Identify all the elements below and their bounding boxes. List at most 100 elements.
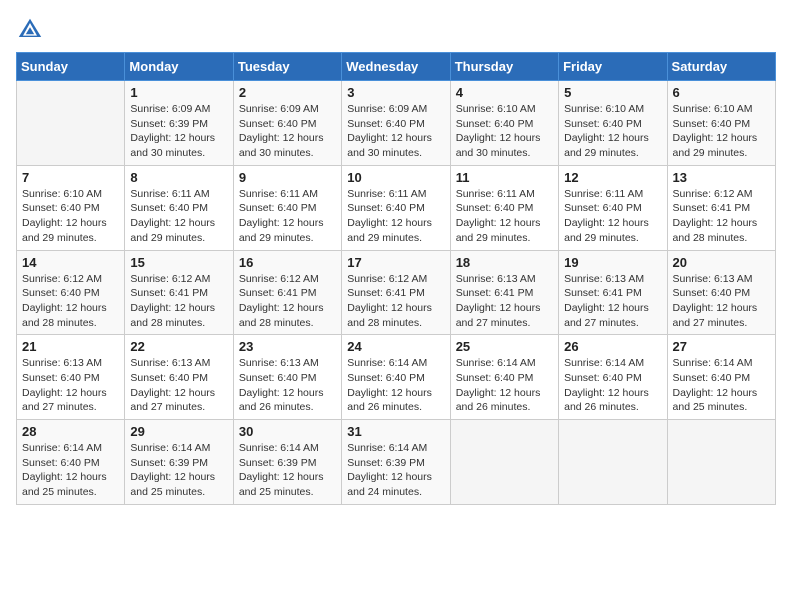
calendar-cell: 17 Sunrise: 6:12 AM Sunset: 6:41 PM Dayli… — [342, 250, 450, 335]
day-info: Sunrise: 6:11 AM Sunset: 6:40 PM Dayligh… — [564, 187, 661, 246]
day-info: Sunrise: 6:14 AM Sunset: 6:40 PM Dayligh… — [22, 441, 119, 500]
calendar-cell: 9 Sunrise: 6:11 AM Sunset: 6:40 PM Daylig… — [233, 165, 341, 250]
day-number: 27 — [673, 339, 770, 354]
day-number: 30 — [239, 424, 336, 439]
calendar-cell: 23 Sunrise: 6:13 AM Sunset: 6:40 PM Dayli… — [233, 335, 341, 420]
day-number: 31 — [347, 424, 444, 439]
calendar-cell: 2Sunrise: 6:09 AM Sunset: 6:40 PM Daylig… — [233, 81, 341, 166]
day-number: 23 — [239, 339, 336, 354]
day-info: Sunrise: 6:11 AM Sunset: 6:40 PM Dayligh… — [239, 187, 336, 246]
day-info: Sunrise: 6:10 AM Sunset: 6:40 PM Dayligh… — [456, 102, 553, 161]
calendar-week-row: 1 Sunrise: 6:09 AM Sunset: 6:39 PM Daylig… — [17, 81, 776, 166]
calendar-cell: 20 Sunrise: 6:13 AM Sunset: 6:40 PM Dayli… — [667, 250, 775, 335]
day-info: Sunrise: 6:13 AM Sunset: 6:40 PM Dayligh… — [673, 272, 770, 331]
calendar-cell: 12 Sunrise: 6:11 AM Sunset: 6:40 PM Dayli… — [559, 165, 667, 250]
day-number: 17 — [347, 255, 444, 270]
day-info: Sunrise: 6:14 AM Sunset: 6:40 PM Dayligh… — [347, 356, 444, 415]
col-thursday: Thursday — [450, 53, 558, 81]
calendar-cell: 14 Sunrise: 6:12 AM Sunset: 6:40 PM Dayli… — [17, 250, 125, 335]
day-number: 25 — [456, 339, 553, 354]
day-info: Sunrise: 6:13 AM Sunset: 6:40 PM Dayligh… — [239, 356, 336, 415]
day-number: 11 — [456, 170, 553, 185]
day-number: 5 — [564, 85, 661, 100]
day-info: Sunrise: 6:12 AM Sunset: 6:40 PM Dayligh… — [22, 272, 119, 331]
calendar-cell: 26 Sunrise: 6:14 AM Sunset: 6:40 PM Dayli… — [559, 335, 667, 420]
calendar-cell: 6 Sunrise: 6:10 AM Sunset: 6:40 PM Daylig… — [667, 81, 775, 166]
day-number: 9 — [239, 170, 336, 185]
calendar-cell: 31 Sunrise: 6:14 AM Sunset: 6:39 PM Dayli… — [342, 420, 450, 505]
calendar-cell: 15 Sunrise: 6:12 AM Sunset: 6:41 PM Dayli… — [125, 250, 233, 335]
day-info: Sunrise: 6:14 AM Sunset: 6:40 PM Dayligh… — [564, 356, 661, 415]
day-number: 15 — [130, 255, 227, 270]
calendar-cell: 24 Sunrise: 6:14 AM Sunset: 6:40 PM Dayli… — [342, 335, 450, 420]
day-info: Sunrise: 6:14 AM Sunset: 6:39 PM Dayligh… — [347, 441, 444, 500]
day-number: 8 — [130, 170, 227, 185]
calendar-week-row: 28 Sunrise: 6:14 AM Sunset: 6:40 PM Dayli… — [17, 420, 776, 505]
calendar-header-row: Sunday Monday Tuesday Wednesday Thursday… — [17, 53, 776, 81]
col-tuesday: Tuesday — [233, 53, 341, 81]
col-wednesday: Wednesday — [342, 53, 450, 81]
calendar-cell — [450, 420, 558, 505]
day-number: 20 — [673, 255, 770, 270]
calendar-cell — [17, 81, 125, 166]
calendar-cell: 27Sunrise: 6:14 AM Sunset: 6:40 PM Dayli… — [667, 335, 775, 420]
day-number: 12 — [564, 170, 661, 185]
day-info: Sunrise: 6:12 AM Sunset: 6:41 PM Dayligh… — [239, 272, 336, 331]
calendar-cell: 10Sunrise: 6:11 AM Sunset: 6:40 PM Dayli… — [342, 165, 450, 250]
day-info: Sunrise: 6:12 AM Sunset: 6:41 PM Dayligh… — [673, 187, 770, 246]
logo-icon — [16, 16, 44, 44]
calendar-cell: 4 Sunrise: 6:10 AM Sunset: 6:40 PM Daylig… — [450, 81, 558, 166]
day-number: 21 — [22, 339, 119, 354]
calendar-cell: 16 Sunrise: 6:12 AM Sunset: 6:41 PM Dayli… — [233, 250, 341, 335]
calendar-cell — [559, 420, 667, 505]
day-number: 29 — [130, 424, 227, 439]
day-info: Sunrise: 6:09 AM Sunset: 6:39 PM Dayligh… — [130, 102, 227, 161]
calendar-cell: 13 Sunrise: 6:12 AM Sunset: 6:41 PM Dayli… — [667, 165, 775, 250]
day-info: Sunrise: 6:10 AM Sunset: 6:40 PM Dayligh… — [564, 102, 661, 161]
day-number: 4 — [456, 85, 553, 100]
calendar-week-row: 21 Sunrise: 6:13 AM Sunset: 6:40 PM Dayli… — [17, 335, 776, 420]
day-number: 7 — [22, 170, 119, 185]
calendar-cell — [667, 420, 775, 505]
day-number: 24 — [347, 339, 444, 354]
day-info: Sunrise: 6:13 AM Sunset: 6:40 PM Dayligh… — [22, 356, 119, 415]
day-info: Sunrise: 6:11 AM Sunset: 6:40 PM Dayligh… — [347, 187, 444, 246]
calendar-week-row: 7 Sunrise: 6:10 AM Sunset: 6:40 PM Daylig… — [17, 165, 776, 250]
day-number: 1 — [130, 85, 227, 100]
day-number: 19 — [564, 255, 661, 270]
calendar-cell: 8 Sunrise: 6:11 AM Sunset: 6:40 PM Daylig… — [125, 165, 233, 250]
calendar-cell: 21 Sunrise: 6:13 AM Sunset: 6:40 PM Dayli… — [17, 335, 125, 420]
calendar-table: Sunday Monday Tuesday Wednesday Thursday… — [16, 52, 776, 505]
calendar-cell: 28 Sunrise: 6:14 AM Sunset: 6:40 PM Dayli… — [17, 420, 125, 505]
calendar-cell: 7 Sunrise: 6:10 AM Sunset: 6:40 PM Daylig… — [17, 165, 125, 250]
day-number: 13 — [673, 170, 770, 185]
calendar-cell: 29Sunrise: 6:14 AM Sunset: 6:39 PM Dayli… — [125, 420, 233, 505]
day-number: 14 — [22, 255, 119, 270]
day-number: 22 — [130, 339, 227, 354]
day-number: 18 — [456, 255, 553, 270]
day-number: 28 — [22, 424, 119, 439]
col-saturday: Saturday — [667, 53, 775, 81]
day-number: 6 — [673, 85, 770, 100]
day-info: Sunrise: 6:14 AM Sunset: 6:39 PM Dayligh… — [239, 441, 336, 500]
col-sunday: Sunday — [17, 53, 125, 81]
day-number: 26 — [564, 339, 661, 354]
day-info: Sunrise: 6:12 AM Sunset: 6:41 PM Dayligh… — [130, 272, 227, 331]
calendar-week-row: 14 Sunrise: 6:12 AM Sunset: 6:40 PM Dayli… — [17, 250, 776, 335]
calendar-cell: 5 Sunrise: 6:10 AM Sunset: 6:40 PM Daylig… — [559, 81, 667, 166]
day-info: Sunrise: 6:11 AM Sunset: 6:40 PM Dayligh… — [130, 187, 227, 246]
day-number: 3 — [347, 85, 444, 100]
calendar-cell: 18 Sunrise: 6:13 AM Sunset: 6:41 PM Dayli… — [450, 250, 558, 335]
day-info: Sunrise: 6:10 AM Sunset: 6:40 PM Dayligh… — [673, 102, 770, 161]
calendar-cell: 30 Sunrise: 6:14 AM Sunset: 6:39 PM Dayli… — [233, 420, 341, 505]
day-number: 16 — [239, 255, 336, 270]
calendar-cell: 25 Sunrise: 6:14 AM Sunset: 6:40 PM Dayli… — [450, 335, 558, 420]
calendar-cell: 22 Sunrise: 6:13 AM Sunset: 6:40 PM Dayli… — [125, 335, 233, 420]
day-info: Sunrise: 6:13 AM Sunset: 6:41 PM Dayligh… — [564, 272, 661, 331]
day-info: Sunrise: 6:12 AM Sunset: 6:41 PM Dayligh… — [347, 272, 444, 331]
day-info: Sunrise: 6:10 AM Sunset: 6:40 PM Dayligh… — [22, 187, 119, 246]
day-info: Sunrise: 6:09 AM Sunset: 6:40 PM Dayligh… — [239, 102, 336, 161]
day-info: Sunrise: 6:13 AM Sunset: 6:41 PM Dayligh… — [456, 272, 553, 331]
day-info: Sunrise: 6:13 AM Sunset: 6:40 PM Dayligh… — [130, 356, 227, 415]
day-info: Sunrise: 6:14 AM Sunset: 6:40 PM Dayligh… — [456, 356, 553, 415]
